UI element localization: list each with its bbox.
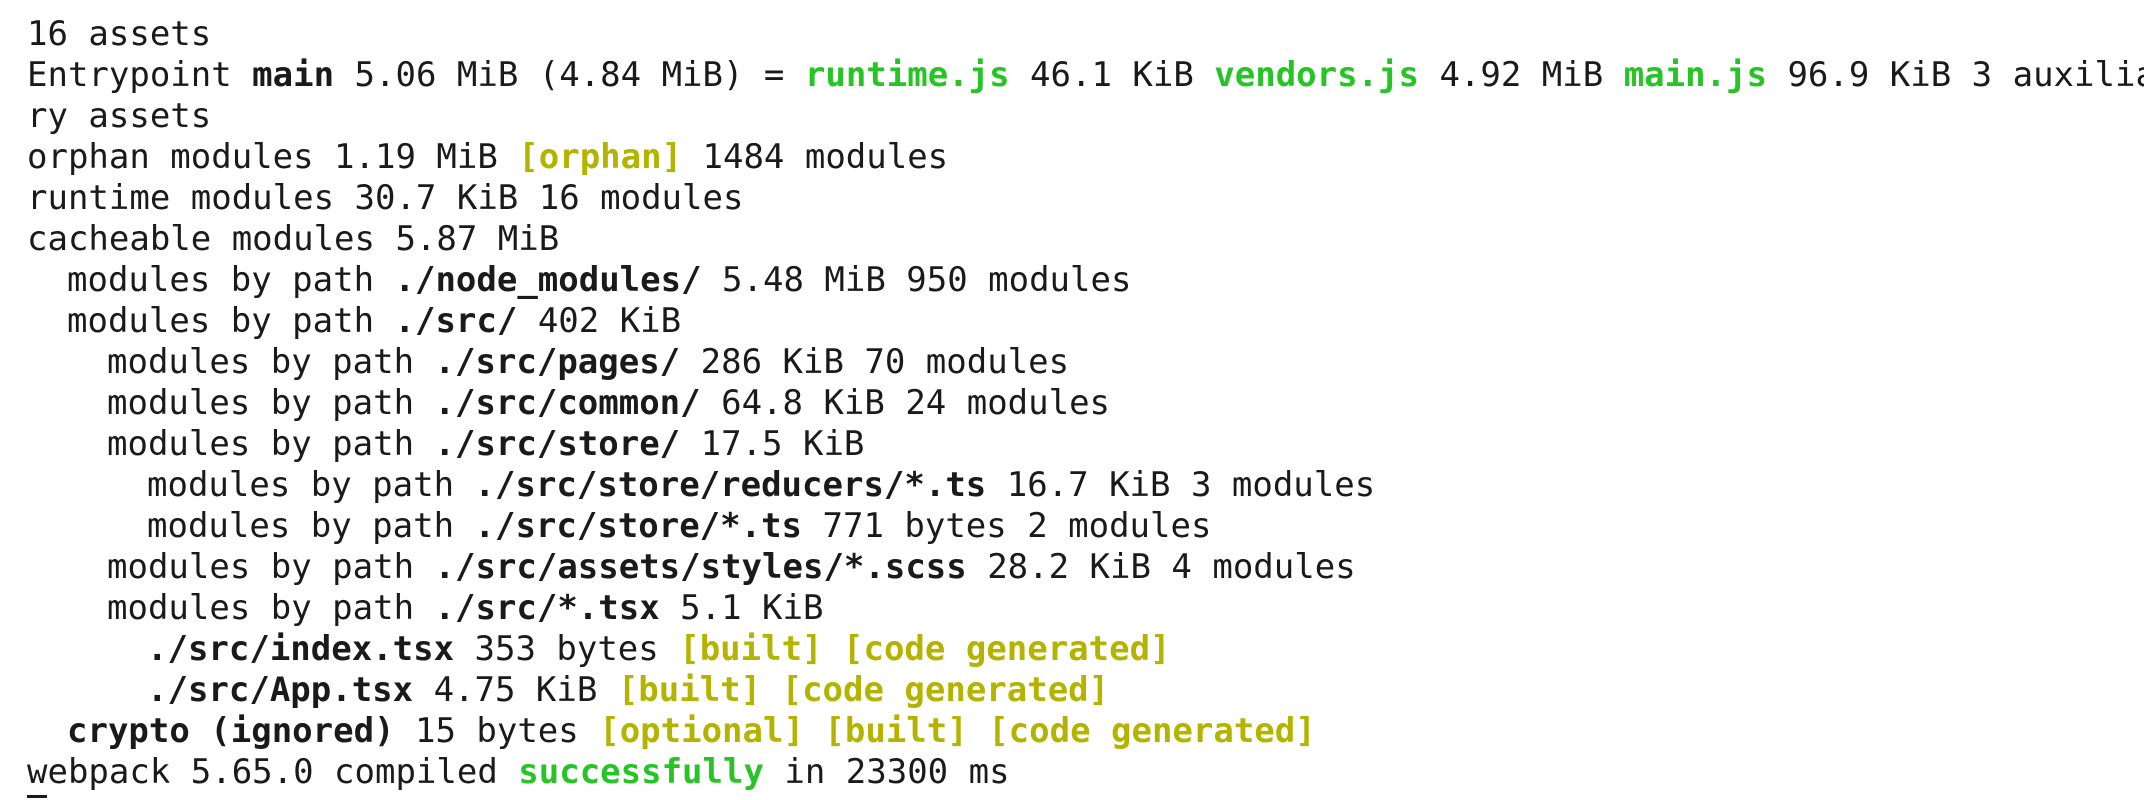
- built-flag: [built]: [617, 670, 762, 710]
- path-src-store-reducers: ./src/store/reducers/*.ts: [474, 465, 987, 505]
- output-line-compile-result: webpack 5.65.0 compiled successfully in …: [27, 752, 2144, 793]
- output-line-crypto: crypto (ignored) 15 bytes [optional] [bu…: [27, 711, 2144, 752]
- output-line-runtime-modules: runtime modules 30.7 KiB 16 modules: [27, 178, 2144, 219]
- path-label: modules by path: [107, 547, 435, 587]
- compile-duration: in 23300 ms: [763, 752, 1010, 792]
- path-label: modules by path: [107, 383, 435, 423]
- module-size: 353 bytes: [454, 629, 680, 669]
- path-src-assets-styles: ./src/assets/styles/*.scss: [434, 547, 967, 587]
- entrypoint-name: main: [252, 55, 335, 95]
- path-label: modules by path: [147, 465, 475, 505]
- chunk-vendors-size: 4.92 MiB: [1418, 55, 1624, 95]
- chunk-runtime-js: runtime.js: [804, 55, 1010, 95]
- output-line-entrypoint: Entrypoint main 5.06 MiB (4.84 MiB) = ru…: [27, 55, 2144, 96]
- path-label: modules by path: [147, 506, 475, 546]
- code-generated-flag: [code generated]: [988, 711, 1316, 751]
- chunk-runtime-size: 46.1 KiB: [1009, 55, 1215, 95]
- path-src-store-ts: ./src/store/*.ts: [474, 506, 803, 546]
- terminal-output: 16 assets Entrypoint main 5.06 MiB (4.84…: [0, 0, 2144, 800]
- output-line-orphan-modules: orphan modules 1.19 MiB [orphan] 1484 mo…: [27, 137, 2144, 178]
- output-line-src: modules by path ./src/ 402 KiB: [27, 301, 2144, 342]
- flag-separator: [823, 629, 843, 669]
- path-size: 64.8 KiB 24 modules: [700, 383, 1111, 423]
- entrypoint-wrap-text: ry assets: [27, 96, 212, 136]
- output-line-src-store-ts: modules by path ./src/store/*.ts 771 byt…: [27, 506, 2144, 547]
- output-line-src-store: modules by path ./src/store/ 17.5 KiB: [27, 424, 2144, 465]
- path-label: modules by path: [67, 260, 395, 300]
- output-line-node-modules: modules by path ./node_modules/ 5.48 MiB…: [27, 260, 2144, 301]
- path-size: 28.2 KiB 4 modules: [966, 547, 1356, 587]
- path-src: ./src/: [394, 301, 518, 341]
- flag-separator: [968, 711, 988, 751]
- path-size: 17.5 KiB: [680, 424, 865, 464]
- path-src-pages: ./src/pages/: [434, 342, 681, 382]
- path-src-store: ./src/store/: [434, 424, 681, 464]
- flag-separator: [804, 711, 824, 751]
- orphan-modules-count: 1484 modules: [682, 137, 949, 177]
- module-app-tsx: ./src/App.tsx: [147, 670, 414, 710]
- path-label: modules by path: [107, 424, 435, 464]
- compile-status: successfully: [518, 752, 764, 792]
- chunk-main-js: main.js: [1623, 55, 1767, 95]
- built-flag: [built]: [824, 711, 968, 751]
- output-line-entrypoint-wrap: ry assets: [27, 96, 2144, 137]
- path-size: 5.48 MiB 950 modules: [701, 260, 1132, 300]
- output-line-index-tsx: ./src/index.tsx 353 bytes [built] [code …: [27, 629, 2144, 670]
- module-index-tsx: ./src/index.tsx: [147, 629, 455, 669]
- chunk-vendors-js: vendors.js: [1214, 55, 1419, 95]
- chunk-main-size: 96.9 KiB 3 auxilia: [1766, 55, 2144, 95]
- code-generated-flag: [code generated]: [781, 670, 1110, 710]
- flag-separator: [761, 670, 781, 710]
- output-line-src-store-reducers: modules by path ./src/store/reducers/*.t…: [27, 465, 2144, 506]
- code-generated-flag: [code generated]: [843, 629, 1171, 669]
- output-line-cacheable-modules: cacheable modules 5.87 MiB: [27, 219, 2144, 260]
- path-src-tsx: ./src/*.tsx: [434, 588, 660, 628]
- built-flag: [built]: [679, 629, 823, 669]
- path-label: modules by path: [67, 301, 395, 341]
- path-size: 5.1 KiB: [659, 588, 824, 628]
- entrypoint-size: 5.06 MiB (4.84 MiB) =: [334, 55, 805, 95]
- asset-count-text: 16 assets: [27, 14, 212, 54]
- terminal-cursor: [27, 795, 47, 798]
- orphan-modules-text: orphan modules 1.19 MiB: [27, 137, 519, 177]
- path-size: 16.7 KiB 3 modules: [986, 465, 1376, 505]
- output-line-assets: 16 assets: [27, 14, 2144, 55]
- path-size: 402 KiB: [517, 301, 682, 341]
- output-line-src-pages: modules by path ./src/pages/ 286 KiB 70 …: [27, 342, 2144, 383]
- runtime-modules-text: runtime modules 30.7 KiB 16 modules: [27, 178, 744, 218]
- output-line-app-tsx: ./src/App.tsx 4.75 KiB [built] [code gen…: [27, 670, 2144, 711]
- path-label: modules by path: [107, 342, 435, 382]
- output-line-src-common: modules by path ./src/common/ 64.8 KiB 2…: [27, 383, 2144, 424]
- module-size: 4.75 KiB: [413, 670, 618, 710]
- module-crypto-ignored: crypto (ignored): [67, 711, 395, 751]
- cacheable-modules-text: cacheable modules 5.87 MiB: [27, 219, 560, 259]
- output-line-src-assets-styles: modules by path ./src/assets/styles/*.sc…: [27, 547, 2144, 588]
- module-size: 15 bytes: [394, 711, 600, 751]
- orphan-flag: [orphan]: [518, 137, 683, 177]
- path-size: 771 bytes 2 modules: [802, 506, 1212, 546]
- entrypoint-label: Entrypoint: [27, 55, 253, 95]
- path-src-common: ./src/common/: [434, 383, 701, 423]
- path-label: modules by path: [107, 588, 435, 628]
- output-line-src-tsx: modules by path ./src/*.tsx 5.1 KiB: [27, 588, 2144, 629]
- compile-prefix: webpack 5.65.0 compiled: [27, 752, 519, 792]
- optional-flag: [optional]: [599, 711, 804, 751]
- path-node-modules: ./node_modules/: [394, 260, 702, 300]
- path-size: 286 KiB 70 modules: [680, 342, 1070, 382]
